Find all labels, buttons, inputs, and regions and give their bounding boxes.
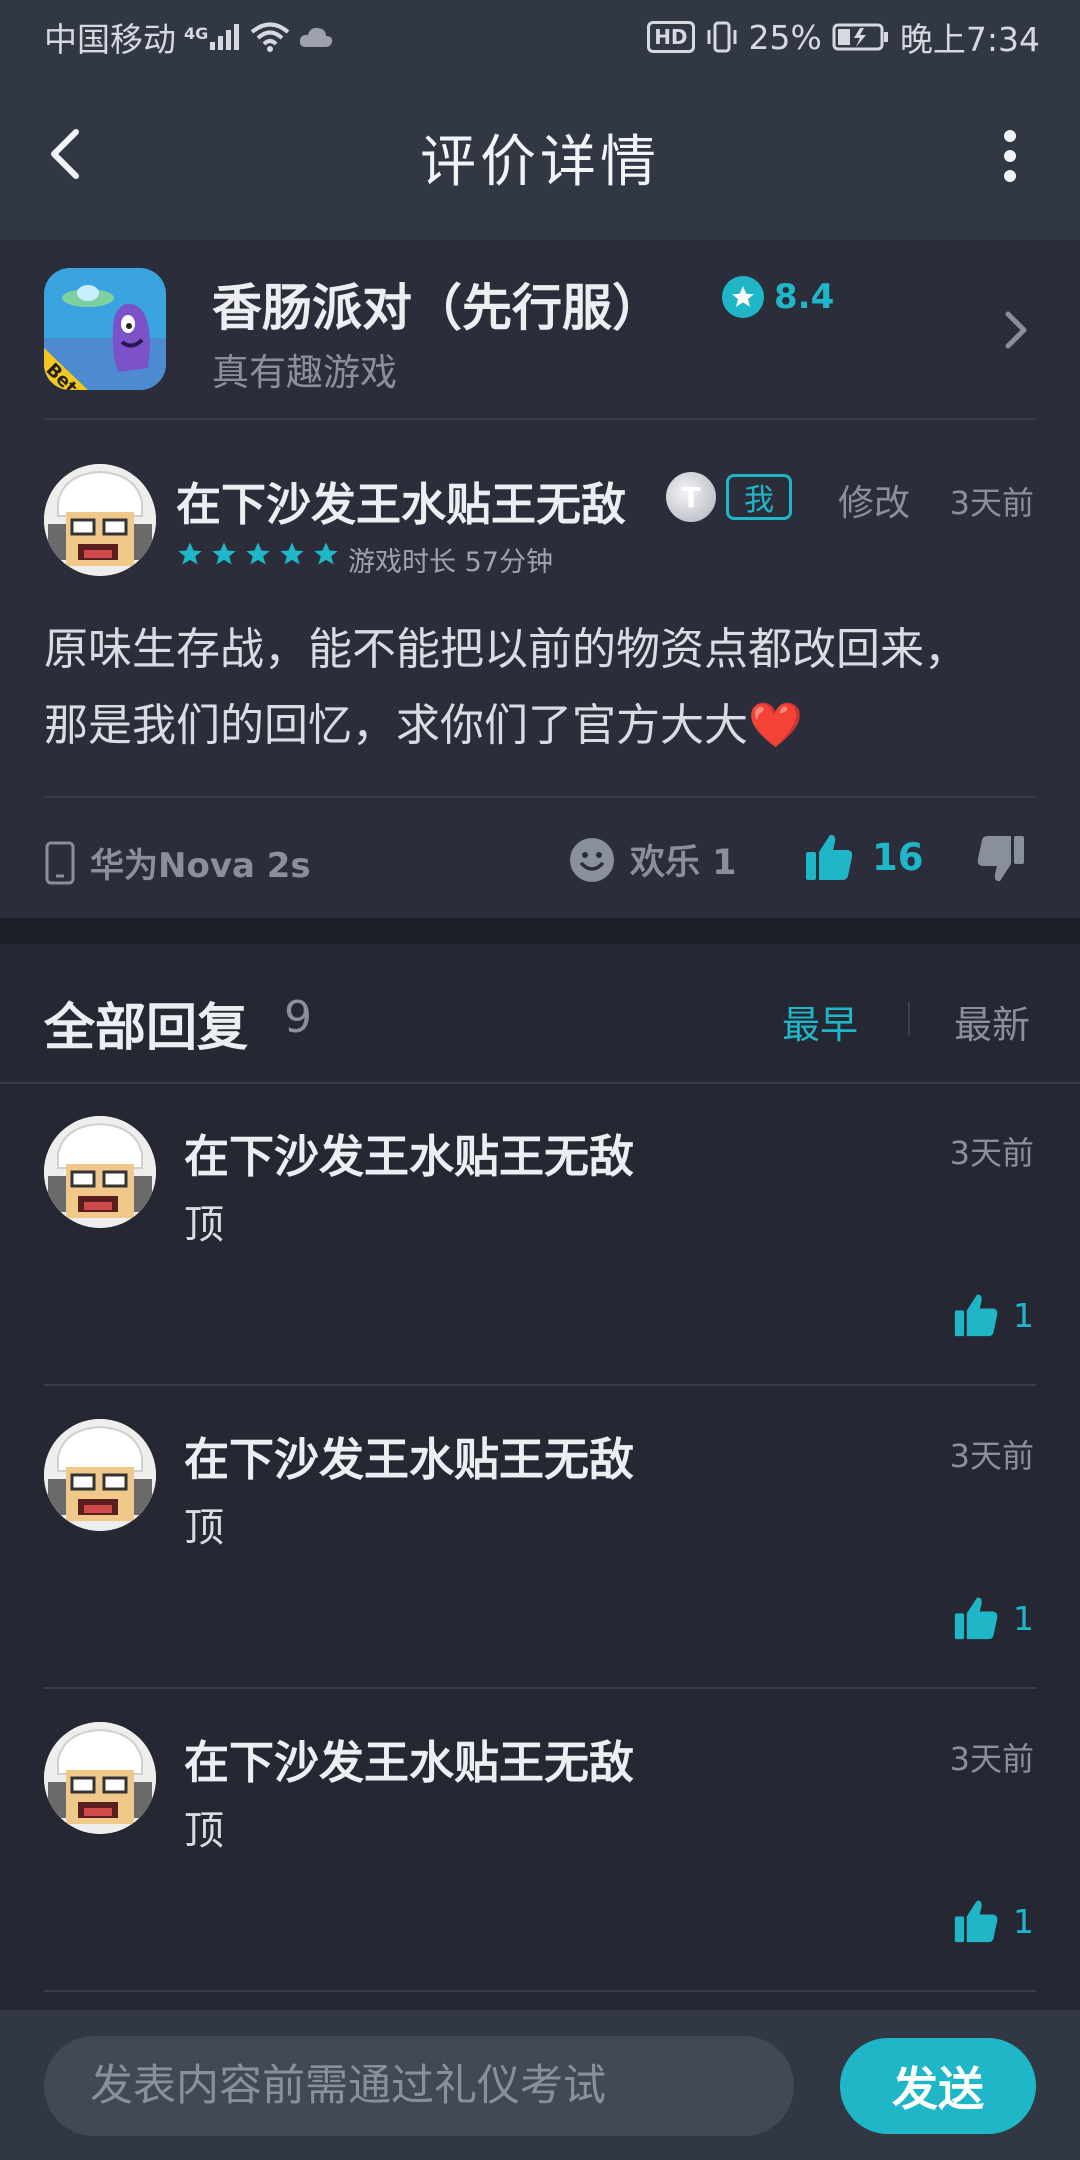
sort-latest-tab[interactable]: 最新 — [954, 994, 1030, 1049]
review-time: 3天前 — [949, 484, 1034, 522]
reply-time: 3天前 — [949, 1740, 1034, 1778]
reply-like-count: 1 — [1013, 1295, 1034, 1335]
divider — [44, 1384, 1036, 1386]
sort-earliest-tab[interactable]: 最早 — [782, 994, 858, 1049]
game-icon: Beta — [44, 268, 166, 390]
reply-text: 顶 — [184, 1808, 224, 1854]
reply-time: 3天前 — [949, 1437, 1034, 1475]
smile-icon — [570, 837, 614, 882]
more-options-button[interactable] — [1000, 126, 1020, 186]
carrier-label: 中国移动 — [44, 20, 176, 59]
divider — [44, 418, 1036, 420]
reply-text: 顶 — [184, 1202, 224, 1248]
like-button[interactable]: 16 — [804, 832, 924, 882]
section-divider — [0, 918, 1080, 944]
avatar[interactable] — [44, 1116, 156, 1228]
cloud-icon — [298, 25, 334, 49]
status-bar: 中国移动 4G HD 25% 晚上7:34 — [0, 0, 1080, 74]
star-icon — [212, 542, 236, 565]
reply-author[interactable]: 在下沙发王水贴王无敌 — [184, 1120, 634, 1185]
review-body: 原味生存战，能不能把以前的物资点都改回来，那是我们的回忆，求你们了官方大大 — [44, 624, 968, 751]
composer-bar: 发送 — [0, 2010, 1080, 2160]
review-actions: 华为Nova 2s 欢乐 1 16 — [0, 802, 1080, 918]
reply-like-count: 1 — [1013, 1901, 1034, 1941]
game-score: 8.4 — [722, 276, 834, 318]
level-badge: T — [666, 472, 716, 522]
rating-stars — [176, 540, 340, 568]
thumbs-up-icon — [954, 1900, 998, 1943]
sort-separator — [908, 1002, 910, 1036]
star-icon — [246, 542, 270, 565]
chevron-right-icon — [1005, 311, 1027, 349]
emote-label: 欢乐 1 — [630, 843, 737, 883]
like-count: 16 — [872, 835, 924, 879]
thumbs-up-icon — [954, 1597, 998, 1640]
battery-percent: 25% — [748, 17, 822, 57]
star-icon — [280, 542, 304, 565]
game-info-row[interactable]: Beta 香肠派对（先行服） 8.4 真有趣游戏 — [0, 240, 1080, 418]
heart-emoji: ❤️ — [748, 700, 803, 751]
me-tag: 我 — [726, 474, 792, 520]
game-name: 香肠派对（先行服） — [212, 279, 662, 337]
level-badge-label: T — [681, 480, 701, 514]
back-button[interactable] — [40, 124, 100, 184]
signal-icon: 4G — [184, 22, 242, 52]
review-card: Beta 香肠派对（先行服） 8.4 真有趣游戏 在下沙发王水贴王无敌 T 我 … — [0, 240, 1080, 918]
vibrate-icon — [705, 20, 739, 54]
replies-count: 9 — [284, 992, 312, 1043]
clock: 晚上7:34 — [899, 20, 1040, 59]
reply-item[interactable]: 在下沙发王水贴王无敌 3天前顶 1 — [0, 1690, 1080, 1992]
divider — [44, 796, 1036, 798]
reply-time: 3天前 — [949, 1134, 1034, 1172]
game-subtitle: 真有趣游戏 — [212, 351, 397, 394]
star-badge-icon — [722, 276, 764, 318]
star-icon — [178, 542, 202, 565]
play-time: 游戏时长 57分钟 — [348, 547, 553, 578]
game-score-value: 8.4 — [774, 277, 835, 317]
divider — [44, 1687, 1036, 1689]
edit-button[interactable]: 修改 — [838, 474, 910, 526]
replies-title: 全部回复 — [44, 999, 249, 1058]
reply-like-count: 1 — [1013, 1598, 1034, 1638]
page-title: 评价详情 — [420, 129, 660, 195]
avatar[interactable] — [44, 464, 156, 576]
device-name: 华为Nova 2s — [90, 846, 311, 886]
emote-button[interactable]: 欢乐 1 — [568, 834, 737, 885]
thumbs-up-icon — [954, 1294, 998, 1337]
divider — [44, 1990, 1036, 1992]
review-text: 原味生存战，能不能把以前的物资点都改回来，那是我们的回忆，求你们了官方大大❤️ — [44, 612, 1004, 764]
reply-item[interactable]: 在下沙发王水贴王无敌 3天前顶 1 — [0, 1084, 1080, 1386]
network-type-label: 4G — [184, 24, 209, 43]
wifi-icon — [250, 21, 290, 53]
thumbs-down-icon[interactable] — [976, 834, 1026, 884]
reply-like-button[interactable]: 1 — [953, 1292, 1034, 1338]
thumbs-up-icon — [806, 834, 853, 880]
send-button[interactable]: 发送 — [840, 2038, 1036, 2134]
app-bar: 评价详情 — [0, 74, 1080, 240]
reply-like-button[interactable]: 1 — [953, 1898, 1034, 1944]
more-vertical-icon — [1004, 130, 1016, 182]
reply-item[interactable]: 在下沙发王水贴王无敌 3天前顶 1 — [0, 1387, 1080, 1689]
star-icon — [314, 542, 338, 565]
reply-author[interactable]: 在下沙发王水贴王无敌 — [184, 1423, 634, 1488]
comment-input[interactable] — [44, 2036, 794, 2136]
replies-header: 全部回复 9 最早 最新 — [0, 944, 1080, 1084]
reply-author[interactable]: 在下沙发王水贴王无敌 — [184, 1726, 634, 1791]
avatar[interactable] — [44, 1722, 156, 1834]
phone-icon — [45, 841, 75, 884]
review-author[interactable]: 在下沙发王水贴王无敌 — [176, 468, 626, 533]
avatar[interactable] — [44, 1419, 156, 1531]
battery-icon — [832, 22, 890, 52]
back-arrow-icon — [51, 129, 79, 179]
reply-like-button[interactable]: 1 — [953, 1595, 1034, 1641]
hd-badge: HD — [647, 21, 695, 53]
device-info: 华为Nova 2s — [44, 838, 311, 887]
reply-text: 顶 — [184, 1505, 224, 1551]
